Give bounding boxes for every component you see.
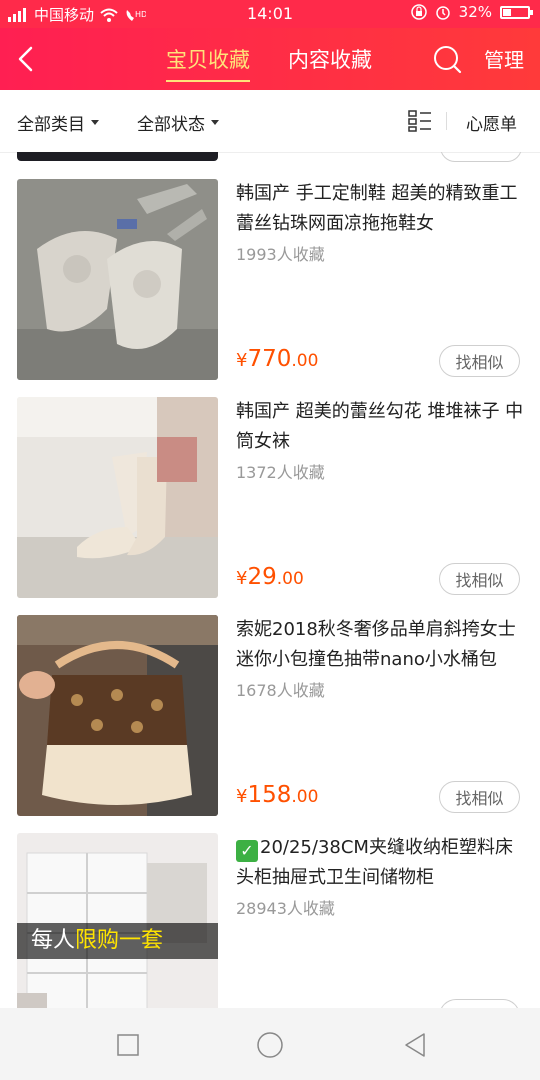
- system-navigation-bar: [0, 1008, 540, 1080]
- list-item[interactable]: 韩国产 超美的蕾丝勾花 堆堆袜子 中筒女袜 1372人收藏 ¥29.00 找相似: [0, 397, 540, 615]
- favorite-count: 28943人收藏: [236, 899, 335, 918]
- header: 宝贝收藏 内容收藏 管理: [0, 28, 540, 90]
- currency-symbol: ¥: [236, 786, 248, 807]
- price-decimal: .00: [291, 351, 319, 371]
- banner-prefix: 每人: [31, 928, 76, 953]
- back-icon[interactable]: [10, 42, 44, 76]
- currency-symbol: ¥: [236, 568, 248, 589]
- status-bar: 中国移动 HD 14:01 32%: [0, 0, 540, 28]
- product-title[interactable]: 韩国产 超美的蕾丝勾花 堆堆袜子 中筒女袜: [236, 397, 528, 457]
- price-decimal: .00: [276, 569, 304, 589]
- search-icon[interactable]: [430, 42, 464, 76]
- battery-icon: [500, 5, 533, 19]
- list-item[interactable]: 索妮2018秋冬奢侈品单肩斜挎女士迷你小包撞色抽带nano小水桶包 1678人收…: [0, 615, 540, 833]
- price-integer: 770: [247, 346, 292, 372]
- price: ¥29.00: [236, 564, 304, 590]
- price: ¥158.00: [236, 782, 318, 808]
- favorite-count: 1678人收藏: [236, 681, 325, 700]
- recent-apps-icon[interactable]: [113, 1030, 143, 1060]
- purchase-limit-banner: 每人限购一套: [17, 923, 218, 959]
- favorite-count: 1372人收藏: [236, 463, 325, 482]
- battery-percent: 32%: [458, 3, 492, 21]
- favorites-list: 韩国产 手工定制鞋 超美的精致重工蕾丝钻珠网面凉拖拖鞋女 1993人收藏 ¥77…: [0, 152, 540, 1008]
- price: ¥770.00: [236, 346, 318, 372]
- manage-button[interactable]: 管理: [484, 44, 524, 73]
- filter-divider: [446, 112, 447, 130]
- product-image-bucket-bag[interactable]: [17, 615, 218, 816]
- price-decimal: .00: [291, 787, 319, 807]
- product-image-lace-slippers[interactable]: [17, 179, 218, 380]
- tab-item-favorites[interactable]: 宝贝收藏: [166, 44, 250, 82]
- list-view-icon[interactable]: [408, 110, 432, 132]
- lock-rotation-icon: [410, 4, 427, 20]
- price-integer: 158: [247, 782, 292, 808]
- home-icon[interactable]: [255, 1030, 285, 1060]
- previous-item-thumbnail: [17, 152, 218, 161]
- alarm-icon: [435, 6, 450, 20]
- wishlist-button[interactable]: 心愿单: [466, 110, 517, 135]
- favorite-count: 1993人收藏: [236, 245, 325, 264]
- list-item[interactable]: 韩国产 手工定制鞋 超美的精致重工蕾丝钻珠网面凉拖拖鞋女 1993人收藏 ¥77…: [0, 179, 540, 397]
- caret-down-icon: [211, 120, 219, 125]
- currency-symbol: ¥: [236, 350, 248, 371]
- status-right: 32%: [410, 3, 533, 21]
- check-mark-icon: ✓: [236, 840, 258, 862]
- find-similar-button[interactable]: 找相似: [439, 563, 520, 595]
- battery-fill: [503, 8, 511, 16]
- product-image-lace-socks[interactable]: [17, 397, 218, 598]
- product-image-storage-cabinet[interactable]: 每人限购一套: [17, 833, 218, 1008]
- status-filter[interactable]: 全部状态: [137, 110, 219, 135]
- find-similar-button[interactable]: [439, 999, 520, 1008]
- category-filter[interactable]: 全部类目: [17, 110, 99, 135]
- category-filter-label: 全部类目: [17, 115, 85, 135]
- status-filter-label: 全部状态: [137, 115, 205, 135]
- product-title[interactable]: 韩国产 手工定制鞋 超美的精致重工蕾丝钻珠网面凉拖拖鞋女: [236, 179, 528, 239]
- previous-item-similar-button[interactable]: [440, 152, 522, 162]
- caret-down-icon: [91, 120, 99, 125]
- product-title[interactable]: ✓ 20/25/38CM夹缝收纳柜塑料床头柜抽屉式卫生间储物柜: [236, 833, 528, 893]
- find-similar-button[interactable]: 找相似: [439, 345, 520, 377]
- list-item[interactable]: 每人限购一套 ✓ 20/25/38CM夹缝收纳柜塑料床头柜抽屉式卫生间储物柜 28…: [0, 833, 540, 1008]
- price-integer: 29: [247, 564, 277, 590]
- product-title[interactable]: 索妮2018秋冬奢侈品单肩斜挎女士迷你小包撞色抽带nano小水桶包: [236, 615, 528, 675]
- tab-content-favorites[interactable]: 内容收藏: [288, 44, 372, 78]
- product-title-text: 20/25/38CM夹缝收纳柜塑料床头柜抽屉式卫生间储物柜: [236, 837, 513, 888]
- back-nav-icon[interactable]: [400, 1030, 430, 1060]
- banner-highlight: 限购一套: [75, 928, 164, 953]
- find-similar-button[interactable]: 找相似: [439, 781, 520, 813]
- filter-bar: 全部类目 全部状态 心愿单: [0, 90, 540, 153]
